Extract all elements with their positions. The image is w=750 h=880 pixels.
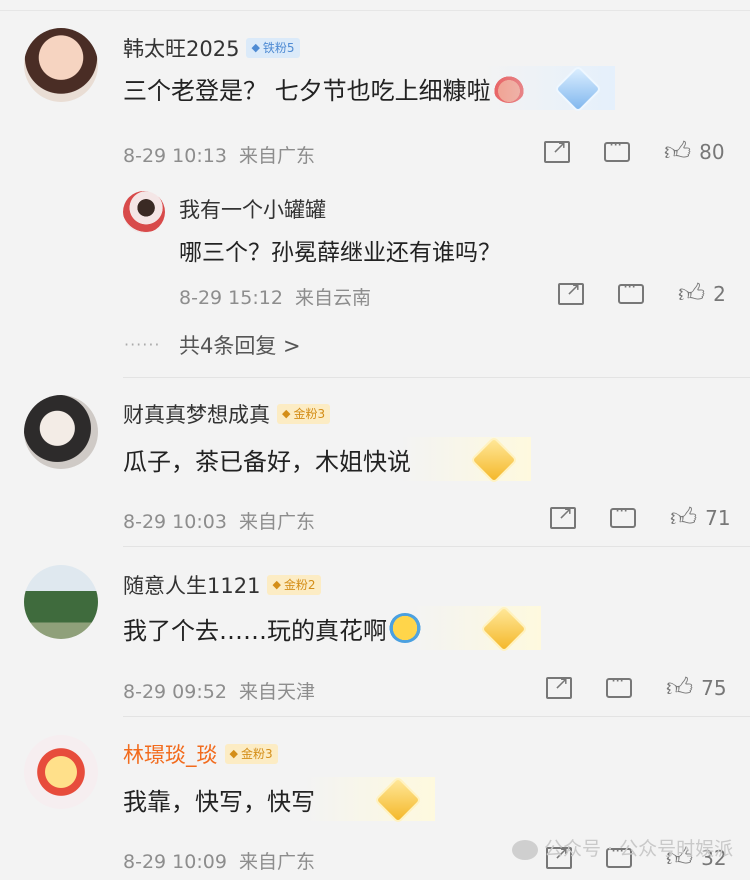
avatar[interactable] [24,735,98,809]
top-divider [0,10,750,11]
like-count: 75 [701,676,727,700]
comment-text: 瓜子，茶已备好，木姐快说 [123,435,531,485]
comment-meta: 8-29 10:03 来自广东 [123,507,315,534]
reply-actions: 👍︎ 2 [558,277,726,307]
diamond-icon [553,64,602,114]
badge-label: 金粉3 [293,407,326,421]
comment-location: 来自广东 [239,145,316,167]
like-count: 2 [713,282,726,306]
reply-icon[interactable] [610,501,636,528]
reply-meta: 8-29 15:12 来自云南 [179,283,371,310]
comment-actions: 👍︎ 75 [546,671,727,701]
thumbs-up-icon[interactable]: 👍︎ [670,505,697,531]
comment-time: 8-29 09:52 [123,681,227,703]
thumbs-up-icon[interactable]: 👍︎ [666,675,693,701]
diamond-icon: ◆ [251,41,260,54]
wechat-icon [512,839,538,860]
share-icon[interactable] [546,673,572,699]
comment-actions: 👍︎ 80 [544,135,725,165]
fan-gem-decoration [484,64,615,114]
gold-gem-icon [373,775,423,825]
comment-time: 8-29 10:13 [123,145,227,167]
like-count: 80 [699,140,725,164]
like-count: 71 [705,506,731,530]
comment-actions: 👍︎ 71 [550,501,731,531]
gold-gem-icon: ◆ [272,578,281,591]
comment-author[interactable]: 林璟琰_琰 ◆ 金粉3 [123,739,278,769]
comment-author[interactable]: 韩太旺2025 ◆ 铁粉5 [123,33,300,63]
comment-author[interactable]: 财真真梦想成真 ◆ 金粉3 [123,399,331,429]
reply-time: 8-29 15:12 [179,287,283,309]
comment-location: 来自广东 [239,851,316,873]
fan-badge[interactable]: ◆ 铁粉5 [246,38,300,58]
comment-divider [123,716,750,717]
comment-meta: 8-29 09:52 来自天津 [123,677,315,704]
share-icon[interactable] [558,279,584,305]
fan-badge[interactable]: ◆ 金粉3 [224,744,278,764]
fan-gem-decoration [401,435,531,485]
fan-gem-decoration [305,775,435,825]
reply-icon[interactable] [606,671,632,698]
reply-location: 来自云南 [295,287,372,309]
gold-gem-icon [469,435,519,485]
more-dots: ······ [124,335,161,354]
comment-body: 我靠，快写，快写 [123,787,315,816]
reply-author[interactable]: 我有一个小罐罐 [179,194,326,224]
reply-text: 哪三个？孙冕薛继业还有谁吗？ [179,240,501,266]
gold-gem-icon [479,604,529,654]
fan-gem-decoration [411,604,541,654]
reply-icon[interactable] [604,135,630,162]
comment-time: 8-29 10:03 [123,511,227,533]
comment-divider [123,546,750,547]
comment-meta: 8-29 10:13 来自广东 [123,141,315,168]
comment-time: 8-29 10:09 [123,851,227,873]
comment-location: 来自天津 [239,681,316,703]
thumbs-up-icon[interactable]: 👍︎ [664,139,691,165]
avatar[interactable] [24,395,98,469]
author-name[interactable]: 韩太旺2025 [123,33,239,63]
avatar[interactable] [24,28,98,102]
comment-text: 三个老登是？ 七夕节也吃上细糠啦 [123,64,615,114]
avatar[interactable] [24,565,98,639]
author-name[interactable]: 随意人生1121 [123,570,260,600]
watermark: 公众号 · 公众号时娱派 [512,834,733,861]
badge-label: 金粉3 [240,747,273,761]
comment-text: 我靠，快写，快写 [123,775,435,825]
more-replies-link[interactable]: 共4条回复 > [179,330,301,360]
share-icon[interactable] [550,503,576,529]
comment-body: 瓜子，茶已备好，木姐快说 [123,447,411,476]
author-name[interactable]: 财真真梦想成真 [123,399,270,429]
reply-icon[interactable] [618,277,644,304]
thumbs-up-icon[interactable]: 👍︎ [678,281,705,307]
reply-avatar[interactable] [123,191,165,233]
author-name[interactable]: 林璟琰_琰 [123,739,218,769]
badge-label: 金粉2 [283,578,316,592]
badge-label: 铁粉5 [262,41,295,55]
watermark-text: 公众号 · 公众号时娱派 [544,838,734,860]
fan-badge[interactable]: ◆ 金粉2 [267,575,321,595]
comment-divider [123,377,750,378]
gold-gem-icon: ◆ [282,407,291,420]
comment-location: 来自广东 [239,511,316,533]
share-icon[interactable] [544,137,570,163]
comment-body: 我了个去……玩的真花啊 [123,616,387,645]
comment-body: 三个老登是？ 七夕节也吃上细糠啦 [123,76,491,105]
comment-text: 我了个去……玩的真花啊 [123,604,541,654]
comment-author[interactable]: 随意人生1121 ◆ 金粉2 [123,570,321,600]
gold-gem-icon: ◆ [229,747,238,760]
comment-meta: 8-29 10:09 来自广东 [123,847,315,874]
fan-badge[interactable]: ◆ 金粉3 [277,404,331,424]
